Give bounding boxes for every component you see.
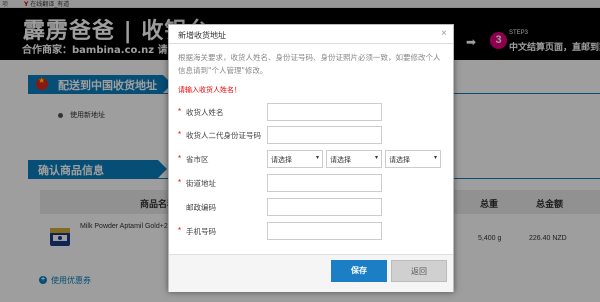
postcode-input[interactable]: [267, 198, 382, 216]
phone-input[interactable]: [267, 222, 382, 240]
district-select-value: 请选择: [389, 156, 410, 164]
province-select[interactable]: 请选择 ▾: [267, 150, 323, 168]
field-row-postcode: 邮政编码: [169, 198, 455, 218]
district-select[interactable]: 请选择 ▾: [385, 150, 441, 168]
required-mark: *: [178, 107, 182, 116]
id-number-input[interactable]: [267, 126, 382, 144]
modal-note: 根据海关要求，收货人姓名、身份证号码、身份证照片必须一致，如要修改个人信息请到"…: [178, 53, 441, 75]
chevron-down-icon: ▾: [315, 154, 319, 161]
error-message: 请输入收货人姓名！: [178, 86, 241, 94]
required-mark: *: [178, 178, 182, 187]
region-label: 省市区: [186, 155, 209, 164]
province-select-value: 请选择: [271, 156, 292, 164]
save-button[interactable]: 保存: [331, 260, 387, 282]
required-mark: *: [178, 130, 182, 139]
required-mark: *: [178, 226, 182, 235]
city-select[interactable]: 请选择 ▾: [326, 150, 382, 168]
street-input[interactable]: [267, 174, 382, 192]
field-row-id: * 收货人二代身份证号码: [169, 126, 455, 146]
add-address-modal: 新增收货地址 × 根据海关要求，收货人姓名、身份证号码、身份证照片必须一致，如要…: [168, 24, 454, 292]
chevron-down-icon: ▾: [374, 154, 378, 161]
back-button[interactable]: 返回: [391, 260, 447, 282]
field-row-name: * 收货人姓名: [169, 103, 455, 123]
postcode-label: 邮政编码: [186, 203, 216, 212]
required-mark: *: [178, 154, 182, 163]
modal-divider: [169, 43, 453, 44]
name-label: 收货人姓名: [186, 108, 224, 117]
street-label: 街道地址: [186, 179, 216, 188]
field-row-phone: * 手机号码: [169, 222, 455, 242]
id-number-label: 收货人二代身份证号码: [186, 131, 261, 140]
phone-label: 手机号码: [186, 227, 216, 236]
name-input[interactable]: [267, 103, 382, 121]
modal-title: 新增收货地址: [178, 31, 226, 40]
city-select-value: 请选择: [330, 156, 351, 164]
field-row-street: * 街道地址: [169, 174, 455, 194]
close-icon[interactable]: ×: [441, 28, 447, 39]
chevron-down-icon: ▾: [433, 154, 437, 161]
field-row-region: * 省市区 请选择 ▾ 请选择 ▾ 请选择 ▾: [169, 150, 455, 170]
